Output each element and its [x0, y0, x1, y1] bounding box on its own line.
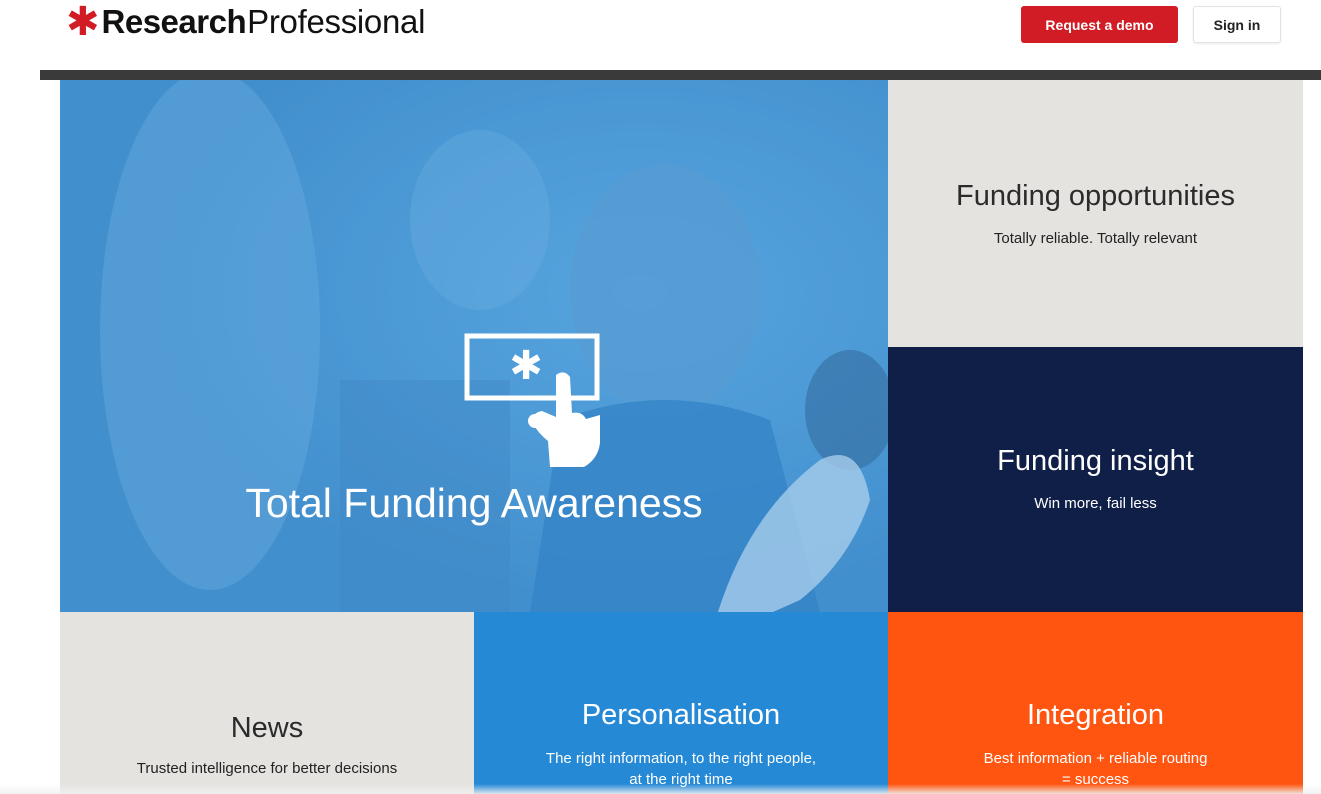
header-divider-bar — [40, 70, 1321, 80]
request-demo-button[interactable]: Request a demo — [1021, 6, 1178, 43]
funding-opportunities-subtitle: Totally reliable. Totally relevant — [993, 230, 1198, 247]
site-logo[interactable]: ✱ Research Professional — [66, 2, 425, 42]
asterisk-icon: ✱ — [66, 0, 100, 44]
funding-insight-subtitle: Win more, fail less — [1034, 495, 1157, 512]
news-subtitle: Trusted intelligence for better decision… — [136, 760, 398, 777]
personalisation-tile[interactable]: Personalisation The right information, t… — [474, 612, 888, 794]
bottom-fade — [0, 784, 1321, 794]
hero-tile[interactable]: ✱ Total Funding Awareness — [60, 80, 888, 612]
news-title: News — [230, 712, 304, 744]
funding-insight-title: Funding insight — [997, 445, 1194, 477]
svg-text:✱: ✱ — [509, 343, 543, 389]
logo-text-light: Professional — [247, 3, 426, 40]
hand-pointing-screen-icon: ✱ — [464, 333, 600, 467]
funding-opportunities-tile[interactable]: Funding opportunities Totally reliable. … — [888, 80, 1303, 347]
sign-in-button[interactable]: Sign in — [1193, 6, 1281, 43]
integration-line-1: Best information + reliable routing — [983, 750, 1208, 767]
funding-opportunities-title: Funding opportunities — [956, 180, 1235, 212]
integration-tile[interactable]: Integration Best information + reliable … — [888, 612, 1303, 794]
logo-text-bold: Research — [101, 3, 247, 40]
integration-title: Integration — [1026, 699, 1165, 731]
site-header: ✱ Research Professional Request a demo S… — [0, 0, 1321, 70]
personalisation-line-1: The right information, to the right peop… — [545, 750, 817, 767]
hero-title: Total Funding Awareness — [245, 480, 703, 526]
funding-insight-tile[interactable]: Funding insight Win more, fail less — [888, 347, 1303, 612]
news-tile[interactable]: News Trusted intelligence for better dec… — [60, 612, 474, 794]
personalisation-title: Personalisation — [581, 699, 781, 731]
